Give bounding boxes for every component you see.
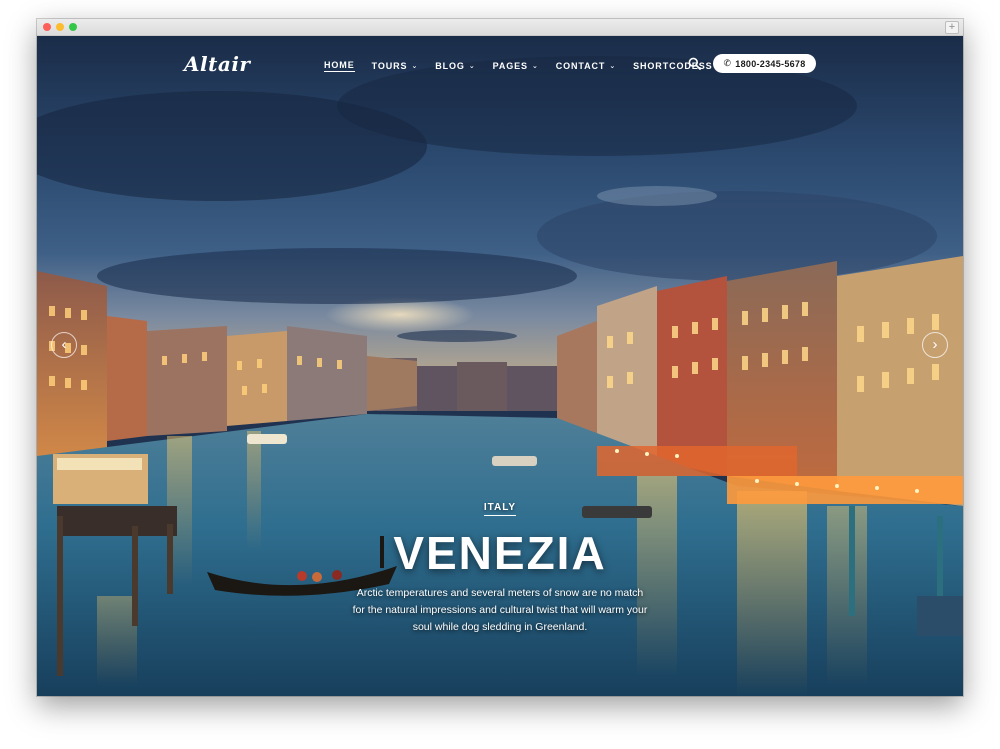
chevron-down-icon: ⌄ [531,63,539,70]
menu-item-label: TOURS [371,61,408,71]
menu-item-label: CONTACT [555,61,606,71]
slide-country: ITALY [483,502,517,516]
menu-item-label: HOME [324,60,355,72]
slide-description: Arctic temperatures and several meters o… [352,587,648,633]
close-window-button[interactable] [43,23,51,31]
minimize-window-button[interactable] [56,23,64,31]
maximize-window-button[interactable] [69,23,77,31]
phone-number-button[interactable]: ✆ 1800-2345-5678 [713,54,816,73]
browser-window: + Altair HOME TOURS ⌄ BLOG ⌄ PAGES ⌄ CON… [37,19,963,696]
slide-caption: ITALY VENEZIA Arctic temperatures and se… [37,497,963,636]
main-menu: HOME TOURS ⌄ BLOG ⌄ PAGES ⌄ CONTACT ⌄ SH… [324,58,740,74]
site-logo[interactable]: Altair [184,52,250,76]
menu-item-label: BLOG [435,61,465,71]
new-tab-button[interactable]: + [945,21,959,34]
slide-title: VENEZIA [393,527,607,579]
slider-prev-arrow[interactable]: ‹ [51,332,77,358]
menu-item-shortcodes[interactable]: SHORTCODESS ⌄ [633,58,723,74]
chevron-down-icon: ⌄ [411,63,419,70]
search-icon[interactable] [688,57,701,70]
slider-next-arrow[interactable]: › [922,332,948,358]
browser-titlebar: + [37,19,963,36]
phone-number: 1800-2345-5678 [735,58,806,69]
chevron-down-icon: ⌄ [468,63,476,70]
menu-item-contact[interactable]: CONTACT ⌄ [556,58,616,74]
site-header: Altair HOME TOURS ⌄ BLOG ⌄ PAGES ⌄ CONTA… [37,36,963,92]
menu-item-home[interactable]: HOME [324,58,355,74]
menu-item-blog[interactable]: BLOG ⌄ [435,58,475,74]
menu-item-tours[interactable]: TOURS ⌄ [372,58,419,74]
chevron-down-icon: ⌄ [609,63,617,70]
hero-slider: Altair HOME TOURS ⌄ BLOG ⌄ PAGES ⌄ CONTA… [37,36,963,696]
menu-item-pages[interactable]: PAGES ⌄ [493,58,539,74]
menu-item-label: PAGES [492,61,528,71]
phone-icon: ✆ [723,58,732,68]
